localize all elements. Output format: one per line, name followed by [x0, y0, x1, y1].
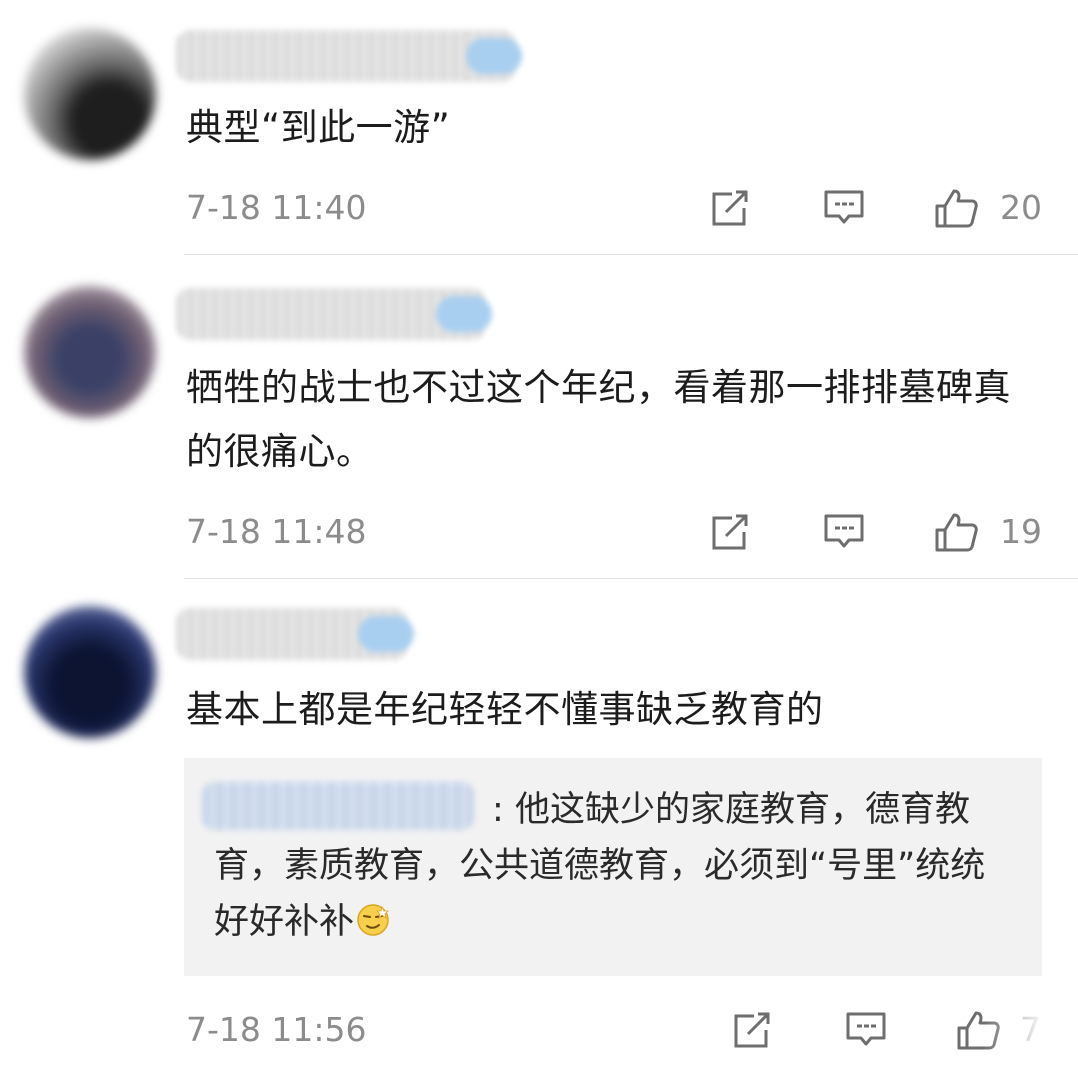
- comment-meta: 7-18 11:40 20: [0, 178, 1078, 238]
- username-blurred[interactable]: [176, 30, 522, 82]
- comment-time: 7-18 11:56: [186, 1010, 367, 1049]
- smirk-emoji-icon: [357, 904, 389, 936]
- comment-item: 基本上都是年纪轻轻不懂事缺乏教育的 : 他这缺少的家庭教育，德育教育，素质教育，…: [0, 580, 1078, 1076]
- thumbs-up-icon[interactable]: [934, 512, 978, 552]
- username-blurred[interactable]: [176, 288, 492, 340]
- like-count: 19: [1000, 512, 1042, 551]
- reply-body: 他这缺少的家庭教育，德育教育，素质教育，公共道德教育，必须到“号里”统统好好补补: [214, 790, 986, 942]
- comment-text: 基本上都是年纪轻轻不懂事缺乏教育的: [186, 688, 824, 731]
- comment-meta: 7-18 11:48 19: [0, 502, 1078, 562]
- comment-icon[interactable]: [822, 188, 866, 228]
- reply-separator: :: [492, 790, 504, 830]
- like-count: 20: [1000, 188, 1042, 227]
- comment-text: 牺牲的战士也不过这个年纪，看着那一排排墓碑真的很痛心。: [186, 366, 1011, 473]
- comment-time: 7-18 11:48: [186, 512, 367, 551]
- vip-badge-icon: [466, 38, 522, 74]
- share-icon[interactable]: [708, 188, 752, 228]
- comment-icon[interactable]: [844, 1010, 888, 1050]
- thumbs-up-icon[interactable]: [934, 188, 978, 228]
- comment-icon[interactable]: [822, 512, 866, 552]
- share-icon[interactable]: [708, 512, 752, 552]
- avatar[interactable]: [24, 286, 156, 418]
- reply-text: : 他这缺少的家庭教育，德育教育，素质教育，公共道德教育，必须到“号里”统统好好…: [214, 782, 1014, 950]
- vip-badge-icon: [436, 296, 492, 332]
- username-blurred[interactable]: [176, 608, 414, 660]
- comment-item: 牺牲的战士也不过这个年纪，看着那一排排墓碑真的很痛心。 7-18 11:48 1…: [0, 256, 1078, 580]
- divider: [184, 578, 1078, 579]
- comment-meta: 7-18 11:56 7: [0, 1000, 1078, 1060]
- divider: [184, 254, 1078, 255]
- avatar[interactable]: [24, 28, 156, 160]
- vip-badge-icon: [358, 616, 414, 652]
- reply-preview[interactable]: : 他这缺少的家庭教育，德育教育，素质教育，公共道德教育，必须到“号里”统统好好…: [184, 758, 1042, 976]
- comment-text: 典型“到此一游”: [186, 106, 451, 149]
- watermark-fade: [984, 1016, 1074, 1056]
- comment-item: 典型“到此一游” 7-18 11:40 20: [0, 0, 1078, 256]
- share-icon[interactable]: [730, 1010, 774, 1050]
- comment-time: 7-18 11:40: [186, 188, 367, 227]
- avatar[interactable]: [24, 606, 156, 738]
